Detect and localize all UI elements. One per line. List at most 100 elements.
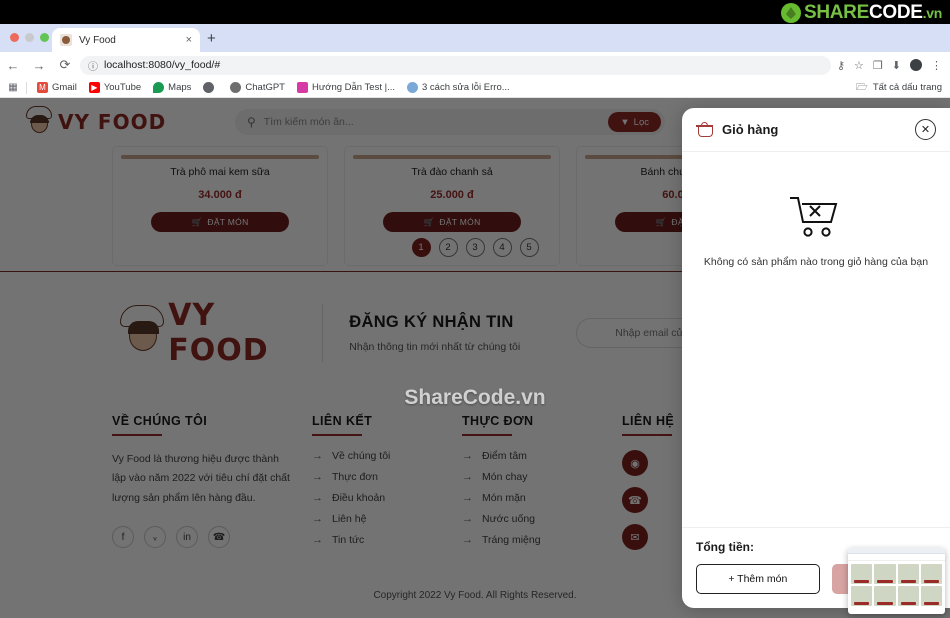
footer-link-label: Thực đơn — [332, 471, 379, 483]
browser-tab-vy-food[interactable]: Vy Food × — [52, 28, 200, 52]
newsletter-logo: VY FOOD — [112, 298, 312, 368]
close-icon[interactable]: ✕ — [915, 119, 936, 140]
page-5-button[interactable]: 5 — [519, 238, 539, 257]
chef-logo-icon — [22, 106, 58, 138]
order-button[interactable]: 🛒 ĐẶT MÓN — [383, 212, 521, 232]
thumbnail-cell — [897, 564, 919, 584]
profile-avatar[interactable] — [910, 59, 922, 71]
footer-link-item[interactable]: → Điều khoản — [312, 492, 440, 504]
footer-menu-item[interactable]: → Tráng miệng — [462, 534, 600, 546]
browser-nav-bar: ← → ⟳ ⓘ localhost:8080/vy_food/# ⚷ ☆ ❐ ⬇… — [0, 52, 950, 78]
product-price: 25.000 đ — [430, 189, 474, 201]
page-3-button[interactable]: 3 — [465, 238, 485, 257]
bookmarks-divider — [26, 81, 27, 94]
chef-logo-icon — [112, 305, 168, 361]
maximize-window-button[interactable] — [40, 33, 49, 42]
thumbnail-cell — [920, 586, 942, 606]
cart-body: Không có sản phẩm nào trong giỏ hàng của… — [682, 152, 950, 527]
close-tab-icon[interactable]: × — [186, 34, 192, 46]
arrow-right-icon: → — [312, 513, 323, 525]
footer-menu-item[interactable]: → Món chay — [462, 471, 600, 483]
download-icon[interactable]: ⬇ — [892, 59, 901, 72]
chrome-menu-icon[interactable]: ⋮ — [931, 59, 942, 72]
footer-link-label: Điều khoản — [332, 492, 386, 504]
password-key-icon[interactable]: ⚷ — [837, 59, 845, 72]
filter-icon: ▼ — [620, 116, 630, 128]
footer-link-item[interactable]: → Thực đơn — [312, 471, 440, 483]
basket-icon — [696, 122, 713, 137]
footer-links-heading: LIÊN KẾT — [312, 414, 373, 428]
location-icon[interactable]: ◉ — [622, 450, 648, 476]
facebook-icon[interactable]: f — [112, 526, 134, 549]
bookmark-3-cach-sua-loi[interactable]: 3 cách sửa lỗi Erro... — [407, 82, 510, 93]
filter-label: Lọc — [633, 116, 649, 128]
footer-link-item[interactable]: → Liên hệ — [312, 513, 440, 525]
thumbnail-cell — [897, 586, 919, 606]
bookmark-label: ChatGPT — [245, 82, 285, 93]
close-window-button[interactable] — [10, 33, 19, 42]
twitter-icon[interactable]: ᵥ — [144, 526, 166, 549]
whatsapp-icon[interactable]: ☎ — [208, 526, 230, 549]
bookmark-maps[interactable]: Maps — [153, 82, 191, 93]
footer-menu-item[interactable]: → Món mặn — [462, 492, 600, 504]
globe-icon — [203, 82, 215, 93]
page-1-button[interactable]: 1 — [411, 238, 431, 257]
tab-title: Vy Food — [79, 34, 116, 46]
apps-grid-icon[interactable]: ▦ — [0, 82, 26, 93]
reload-icon[interactable]: ⟳ — [52, 57, 78, 73]
site-logo[interactable]: VY FOOD — [22, 106, 207, 138]
page-4-button[interactable]: 4 — [492, 238, 512, 257]
minimize-window-button[interactable] — [25, 33, 34, 42]
window-controls[interactable] — [10, 33, 49, 42]
footer-link-label: Về chúng tôi — [332, 450, 391, 462]
page-2-button[interactable]: 2 — [438, 238, 458, 257]
footer-link-label: Liên hệ — [332, 513, 367, 525]
new-tab-button[interactable]: + — [207, 31, 216, 46]
chatgpt-icon — [230, 82, 242, 93]
cart-plus-icon: 🛒 — [655, 216, 667, 227]
search-placeholder: Tìm kiếm món ăn... — [263, 116, 354, 128]
bookmark-label: 3 cách sửa lỗi Erro... — [422, 82, 510, 93]
linkedin-icon[interactable]: in — [176, 526, 198, 549]
thumbnail-product-grid — [848, 561, 945, 609]
search-input[interactable]: ⚲ Tìm kiếm món ăn... ▼ Lọc — [235, 109, 665, 135]
add-item-button[interactable]: + Thêm món — [696, 564, 820, 594]
newsletter-brand-name: VY FOOD — [168, 298, 269, 368]
side-panel-icon[interactable]: ❐ — [873, 59, 883, 72]
cart-plus-icon: 🛒 — [423, 216, 435, 227]
bookmark-chatgpt[interactable]: ChatGPT — [230, 82, 285, 93]
footer-link-item[interactable]: → Về chúng tôi — [312, 450, 440, 462]
footer-menu-item[interactable]: → Điểm tâm — [462, 450, 600, 462]
bookmark-youtube[interactable]: ▶ YouTube — [88, 82, 141, 93]
page-thumbnail-preview[interactable] — [848, 548, 945, 614]
footer-link-label: Tin tức — [332, 534, 365, 546]
footer-about-column: VỀ CHÚNG TÔI Vy Food là thương hiệu được… — [112, 414, 312, 618]
site-info-icon[interactable]: ⓘ — [88, 58, 98, 73]
page-icon — [407, 82, 418, 93]
arrow-right-icon: → — [312, 471, 323, 483]
bookmark-globe[interactable] — [203, 82, 218, 93]
phone-icon[interactable]: ☎ — [622, 487, 648, 513]
forward-icon[interactable]: → — [26, 58, 52, 73]
back-icon[interactable]: ← — [0, 58, 26, 73]
bookmark-star-icon[interactable]: ☆ — [854, 59, 864, 72]
sharecode-logo: SHARECODE.vn — [780, 2, 942, 24]
thumbnail-cell — [920, 564, 942, 584]
thumbnail-cell — [851, 586, 873, 606]
cart-empty-message: Không có sản phẩm nào trong giỏ hàng của… — [703, 256, 929, 268]
folder-icon: 🗁 — [856, 81, 868, 93]
footer-link-item[interactable]: → Tin tức — [312, 534, 440, 546]
bookmark-gmail[interactable]: M Gmail — [37, 82, 77, 93]
order-button[interactable]: 🛒 ĐẶT MÓN — [151, 212, 289, 232]
bookmark-huong-dan-test[interactable]: Hướng Dẫn Test |... — [297, 82, 395, 93]
maps-icon — [153, 82, 165, 93]
footer-social-links: f ᵥ in ☎ — [112, 526, 290, 549]
heading-underline — [312, 434, 362, 436]
email-icon[interactable]: ✉ — [622, 524, 648, 550]
brand-name: VY FOOD — [58, 110, 167, 134]
all-bookmarks-button[interactable]: 🗁 Tất cả dấu trang — [856, 80, 950, 96]
footer-menu-item[interactable]: → Nước uống — [462, 513, 600, 525]
page-viewport: VY FOOD ⚲ Tìm kiếm món ăn... ▼ Lọc 0 — [0, 98, 950, 618]
filter-button[interactable]: ▼ Lọc — [608, 112, 661, 132]
address-bar[interactable]: ⓘ localhost:8080/vy_food/# — [80, 55, 831, 75]
